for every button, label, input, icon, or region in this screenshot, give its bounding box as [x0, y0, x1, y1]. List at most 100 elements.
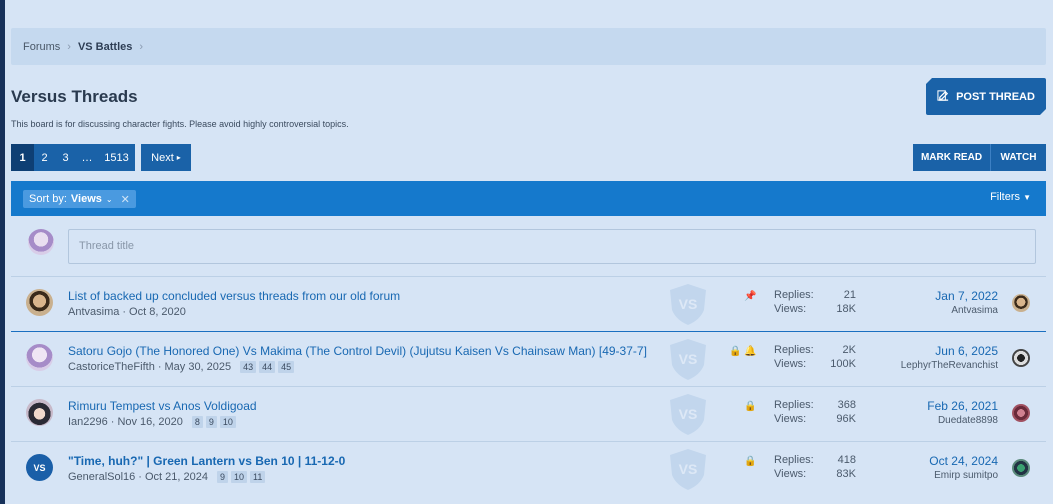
views-label: Views:	[774, 358, 807, 370]
avatar	[26, 344, 53, 371]
views-count: 83K	[836, 468, 856, 480]
thread-author[interactable]: Antvasima	[68, 306, 119, 318]
svg-text:VS: VS	[679, 461, 698, 477]
page-jump-ellipsis[interactable]: …	[76, 144, 98, 171]
page-jump-list: 43 44 45	[240, 361, 295, 373]
page-jump-link[interactable]: 9	[216, 471, 228, 483]
filters-button[interactable]: Filters ▼	[990, 191, 1031, 203]
thread-stats: Replies: 21 Views: 18K	[774, 288, 856, 316]
thread-stats: Replies: 418 Views: 83K	[774, 453, 856, 481]
thread-date: Oct 8, 2020	[129, 306, 186, 318]
meta-separator: ·	[157, 361, 162, 373]
thread-title[interactable]: Rimuru Tempest vs Anos Voldigoad	[68, 399, 257, 413]
replies-label: Replies:	[774, 289, 814, 301]
page-title: Versus Threads	[11, 87, 138, 106]
page-jump-link[interactable]: 10	[230, 471, 247, 483]
page-jump-list: 8 9 10	[191, 416, 236, 428]
avatar[interactable]	[1012, 404, 1030, 422]
last-post-user[interactable]: LephyrTheRevanchist	[901, 360, 998, 371]
quick-thread-row: Thread title	[11, 216, 1046, 276]
pagination: 1 2 3 … 1513	[11, 144, 135, 171]
svg-text:VS: VS	[679, 296, 698, 312]
thread-author[interactable]: GeneralSol16	[68, 471, 135, 483]
thread-meta: Antvasima · Oct 8, 2020	[68, 306, 186, 318]
thread-meta: Ian2296 · Nov 16, 2020 8 9 10	[68, 416, 236, 428]
page-link-3[interactable]: 3	[55, 144, 76, 171]
page-jump-link[interactable]: 45	[278, 361, 295, 373]
breadcrumb: Forums › VS Battles ›	[11, 28, 1046, 65]
last-post-user[interactable]: Antvasima	[935, 305, 998, 316]
replies-count: 418	[837, 454, 856, 466]
thread-stats: Replies: 368 Views: 96K	[774, 398, 856, 426]
edit-icon	[937, 89, 950, 105]
thread-date: May 30, 2025	[164, 361, 232, 373]
last-post-date[interactable]: Jan 7, 2022	[935, 289, 998, 303]
sort-label: Sort by:	[29, 193, 67, 205]
page-link-last[interactable]: 1513	[98, 144, 135, 171]
filter-bar: Sort by: Views ⌄ ✕ Filters ▼	[11, 181, 1046, 216]
last-post-date[interactable]: Jun 6, 2025	[901, 344, 998, 358]
thread-row[interactable]: VS "Time, huh?" | Green Lantern vs Ben 1…	[11, 441, 1046, 496]
avatar	[26, 399, 53, 426]
thread-author[interactable]: CastoriceTheFifth	[68, 361, 155, 373]
last-post-user[interactable]: Duedate8898	[927, 415, 998, 426]
page-jump-link[interactable]: 10	[219, 416, 236, 428]
views-count: 100K	[830, 358, 856, 370]
avatar[interactable]	[1012, 349, 1030, 367]
vs-logo-watermark-icon: VS	[670, 449, 706, 490]
thread-title[interactable]: "Time, huh?" | Green Lantern vs Ben 10 |…	[68, 454, 345, 468]
thread-title[interactable]: List of backed up concluded versus threa…	[68, 289, 400, 303]
breadcrumb-separator: ›	[67, 40, 71, 53]
thread-row[interactable]: Rimuru Tempest vs Anos Voldigoad Ian2296…	[11, 386, 1046, 441]
thread-title[interactable]: Satoru Gojo (The Honored One) Vs Makima …	[68, 344, 647, 358]
replies-count: 21	[843, 289, 856, 301]
avatar[interactable]	[1012, 459, 1030, 477]
avatar	[28, 229, 54, 255]
breadcrumb-vs-battles[interactable]: VS Battles	[78, 41, 132, 53]
avatar: VS	[26, 454, 53, 481]
lock-icon: 🔒	[744, 401, 757, 412]
watch-button[interactable]: WATCH	[991, 144, 1046, 171]
caret-down-icon: ▼	[1023, 193, 1031, 202]
vs-logo-watermark-icon: VS	[670, 284, 706, 325]
thread-row[interactable]: List of backed up concluded versus threa…	[11, 276, 1046, 331]
mark-read-button[interactable]: MARK READ	[913, 144, 991, 171]
page-jump-link[interactable]: 9	[205, 416, 217, 428]
page-jump-link[interactable]: 11	[249, 471, 266, 483]
thread-row[interactable]: Satoru Gojo (The Honored One) Vs Makima …	[11, 331, 1046, 386]
meta-separator: ·	[110, 416, 115, 428]
sort-value: Views	[70, 193, 102, 205]
thread-stats: Replies: 2K Views: 100K	[774, 343, 856, 371]
sort-chip[interactable]: Sort by: Views ⌄ ✕	[23, 190, 136, 208]
thread-author[interactable]: Ian2296	[68, 416, 108, 428]
page-jump-link[interactable]: 44	[259, 361, 276, 373]
svg-text:VS: VS	[679, 406, 698, 422]
page-link-2[interactable]: 2	[34, 144, 55, 171]
views-count: 18K	[836, 303, 856, 315]
thread-date: Nov 16, 2020	[117, 416, 183, 428]
views-count: 96K	[836, 413, 856, 425]
replies-label: Replies:	[774, 454, 814, 466]
chevron-down-icon: ⌄	[105, 194, 113, 204]
bell-icon: 🔔	[744, 346, 757, 357]
close-icon[interactable]: ✕	[121, 193, 130, 206]
thread-meta: CastoriceTheFifth · May 30, 2025 43 44 4…	[68, 361, 295, 373]
views-label: Views:	[774, 468, 807, 480]
page-jump-link[interactable]: 43	[240, 361, 257, 373]
chevron-right-icon: ▸	[176, 153, 181, 162]
last-post-date[interactable]: Oct 24, 2024	[929, 454, 998, 468]
pin-icon: 📌	[744, 291, 757, 302]
next-page-button[interactable]: Next ▸	[141, 144, 191, 171]
thread-title-input[interactable]: Thread title	[68, 229, 1036, 264]
page-jump-link[interactable]: 8	[191, 416, 203, 428]
page-link-1[interactable]: 1	[11, 144, 34, 171]
breadcrumb-separator: ›	[139, 40, 144, 53]
last-post-user[interactable]: Emirp sumitpo	[929, 470, 998, 481]
post-thread-button[interactable]: POST THREAD	[926, 78, 1046, 115]
last-post-date[interactable]: Feb 26, 2021	[927, 399, 998, 413]
post-thread-label: POST THREAD	[956, 90, 1035, 103]
avatar[interactable]	[1012, 294, 1030, 312]
breadcrumb-forums[interactable]: Forums	[23, 41, 60, 53]
thread-meta: GeneralSol16 · Oct 21, 2024 9 10 11	[68, 471, 266, 483]
replies-count: 368	[837, 399, 856, 411]
